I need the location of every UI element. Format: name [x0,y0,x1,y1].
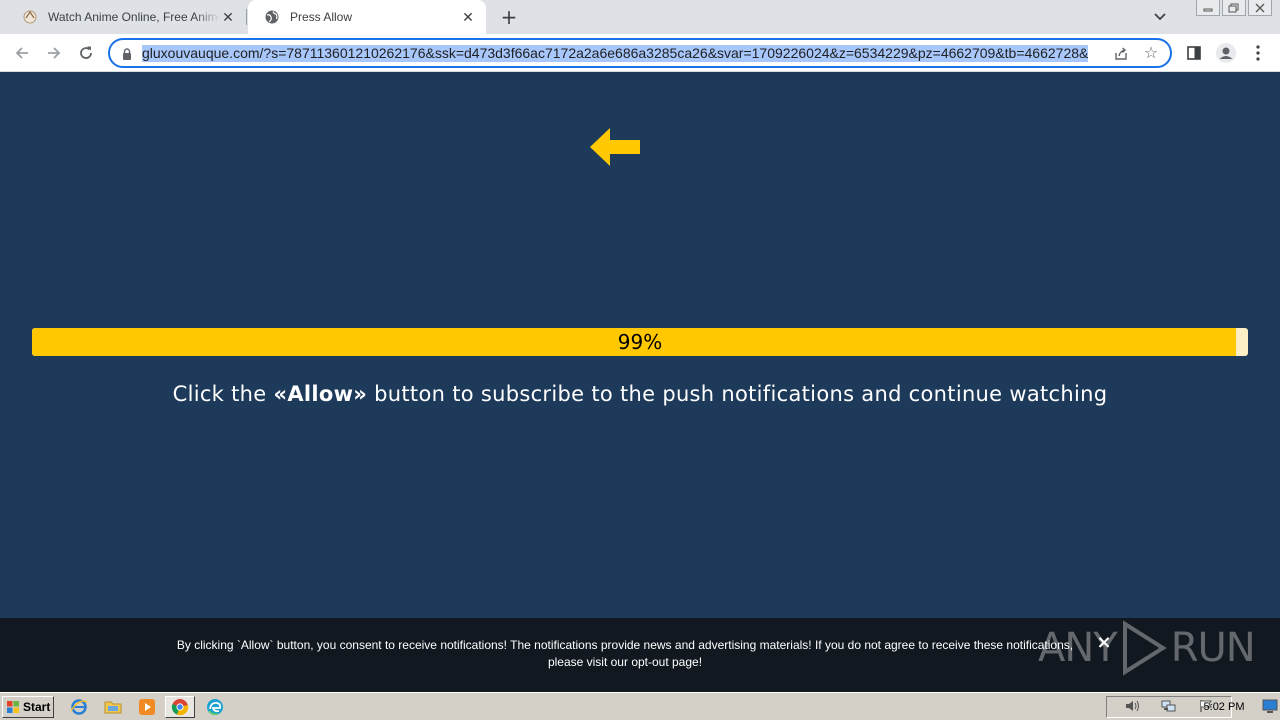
browser-toolbar: gluxouvauque.com/?s=787113601210262176&s… [0,34,1280,72]
tab-strip: Watch Anime Online, Free Anime Streaming… [0,0,1280,34]
tab-search-chevron-down-icon[interactable] [1150,8,1170,26]
lock-icon[interactable] [120,46,134,60]
new-tab-button[interactable]: + [498,6,520,28]
tab-close-icon[interactable]: ✕ [460,9,476,25]
consent-text: By clicking `Allow` button, you consent … [150,637,1100,671]
consent-close-button[interactable]: × [1096,634,1112,652]
progress-bar: 99% [32,328,1248,356]
tab-separator [246,9,247,25]
menu-kebab-icon[interactable] [1246,41,1270,65]
watermark-right: RUN [1170,625,1256,671]
side-panel-icon[interactable] [1182,41,1206,65]
anime-site-icon [22,9,38,25]
share-icon[interactable] [1112,45,1130,63]
subscribe-instruction: Click the «Allow» button to subscribe to… [0,382,1280,406]
play-logo-icon [1122,620,1167,676]
tab-title: Press Allow [290,10,353,24]
show-desktop-icon[interactable] [1262,698,1278,714]
address-bar[interactable]: gluxouvauque.com/?s=787113601210262176&s… [108,38,1172,68]
profile-avatar-icon[interactable] [1214,41,1238,65]
consent-line-2-prefix: please visit our [547,655,632,669]
consent-line-2-suffix: ! [698,655,703,669]
instruction-text-after: button to subscribe to the push notifica… [367,382,1108,406]
instruction-allow-emphasis: «Allow» [273,382,368,406]
restore-button[interactable] [1222,0,1246,16]
start-label: Start [23,700,51,714]
consent-line-2: please visit our opt-out page! [150,654,1100,671]
page-content: 99% Click the «Allow» button to subscrib… [0,72,1280,618]
chrome-icon[interactable] [165,696,195,718]
tab-title: Watch Anime Online, Free Anime Streaming [48,10,220,24]
consent-banner: ANY RUN By clicking `Allow` button, you … [0,618,1280,692]
tab-close-icon[interactable]: ✕ [220,9,236,25]
opt-out-link[interactable]: opt-out page [631,655,698,669]
url-text[interactable]: gluxouvauque.com/?s=787113601210262176&s… [142,45,1089,62]
tab-press-allow[interactable]: Press Allow ✕ [248,0,486,34]
consent-line-1: By clicking `Allow` button, you consent … [176,638,1074,652]
left-arrow-icon [588,126,642,168]
start-button[interactable]: Start [2,696,54,718]
instruction-text-before: Click the [172,382,274,406]
speaker-icon[interactable] [1124,698,1140,717]
taskbar: Start 5:02 PM [0,692,1280,720]
globe-icon [264,9,280,25]
progress-label: 99% [617,330,663,354]
ie-icon[interactable] [68,697,90,717]
close-window-button[interactable] [1248,0,1272,16]
folder-icon[interactable] [102,697,124,717]
back-arrow-icon[interactable] [10,41,34,65]
edge-icon[interactable] [204,697,226,717]
reload-icon[interactable] [74,41,98,65]
bookmark-star-icon[interactable]: ☆ [1142,44,1160,62]
window-controls [1196,0,1272,16]
windows-flag-icon [7,701,19,713]
network-icon[interactable] [1161,698,1177,717]
media-player-icon[interactable] [136,697,158,717]
tab-anime[interactable]: Watch Anime Online, Free Anime Streaming… [6,0,246,34]
taskbar-clock[interactable]: 5:02 PM [1184,696,1264,718]
forward-arrow-icon[interactable] [42,41,66,65]
minimize-button[interactable] [1196,0,1220,16]
